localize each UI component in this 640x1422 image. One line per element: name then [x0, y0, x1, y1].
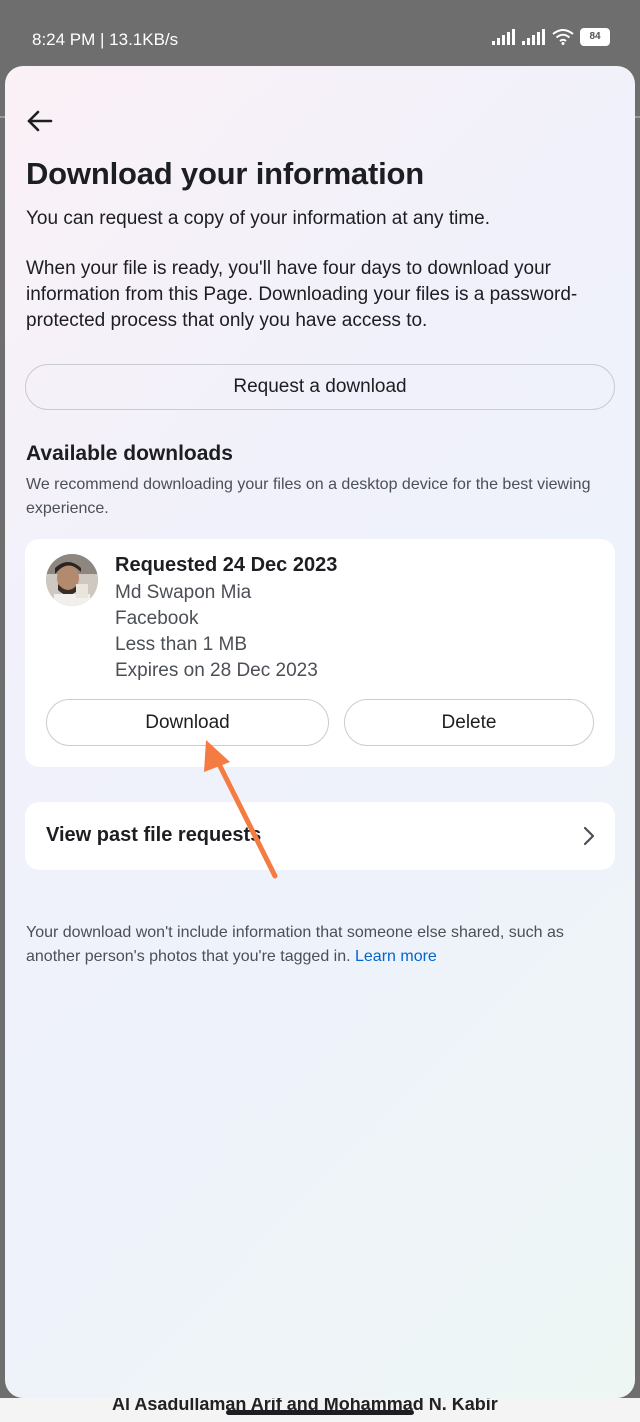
- background-feed-text: Al Asadullaman Arif and Mohammad N. Kabi…: [112, 1398, 498, 1410]
- status-icons: 84: [492, 28, 610, 46]
- request-date: Requested 24 Dec 2023: [115, 554, 338, 576]
- download-button[interactable]: Download: [46, 699, 329, 746]
- view-past-requests-label: View past file requests: [46, 824, 262, 846]
- expiry-date: Expires on 28 Dec 2023: [115, 660, 318, 681]
- signal-icon-2: [522, 29, 545, 45]
- status-time: 8:24 PM | 13.1KB/s: [32, 30, 179, 49]
- platform-name: Facebook: [115, 608, 199, 629]
- available-downloads-subtitle: We recommend downloading your files on a…: [26, 476, 591, 517]
- learn-more-link[interactable]: Learn more: [355, 948, 437, 965]
- avatar: [46, 554, 98, 606]
- status-bar: 8:24 PM | 13.1KB/s 84: [0, 0, 640, 66]
- intro-text: You can request a copy of your informati…: [26, 208, 491, 229]
- delete-button[interactable]: Delete: [344, 699, 594, 746]
- download-card: Requested 24 Dec 2023 Md Swapon Mia Face…: [25, 539, 615, 767]
- home-indicator[interactable]: [226, 1410, 414, 1415]
- battery-icon: 84: [580, 28, 610, 46]
- view-past-requests-row[interactable]: View past file requests: [25, 802, 615, 870]
- page-title: Download your information: [26, 156, 424, 191]
- chevron-right-icon: [583, 826, 595, 846]
- available-downloads-heading: Available downloads: [26, 442, 233, 465]
- intro-detail-text: When your file is ready, you'll have fou…: [26, 258, 578, 331]
- profile-photo: [46, 554, 98, 606]
- wifi-icon: [552, 29, 574, 45]
- signal-icon: [492, 29, 515, 45]
- file-size: Less than 1 MB: [115, 634, 248, 655]
- request-download-button[interactable]: Request a download: [25, 364, 615, 410]
- footnote-text: Your download won't include information …: [26, 924, 564, 965]
- footnote: Your download won't include information …: [26, 921, 606, 969]
- back-arrow-icon[interactable]: [23, 106, 55, 136]
- account-name: Md Swapon Mia: [115, 582, 252, 603]
- download-info-sheet: Download your information You can reques…: [5, 66, 635, 1398]
